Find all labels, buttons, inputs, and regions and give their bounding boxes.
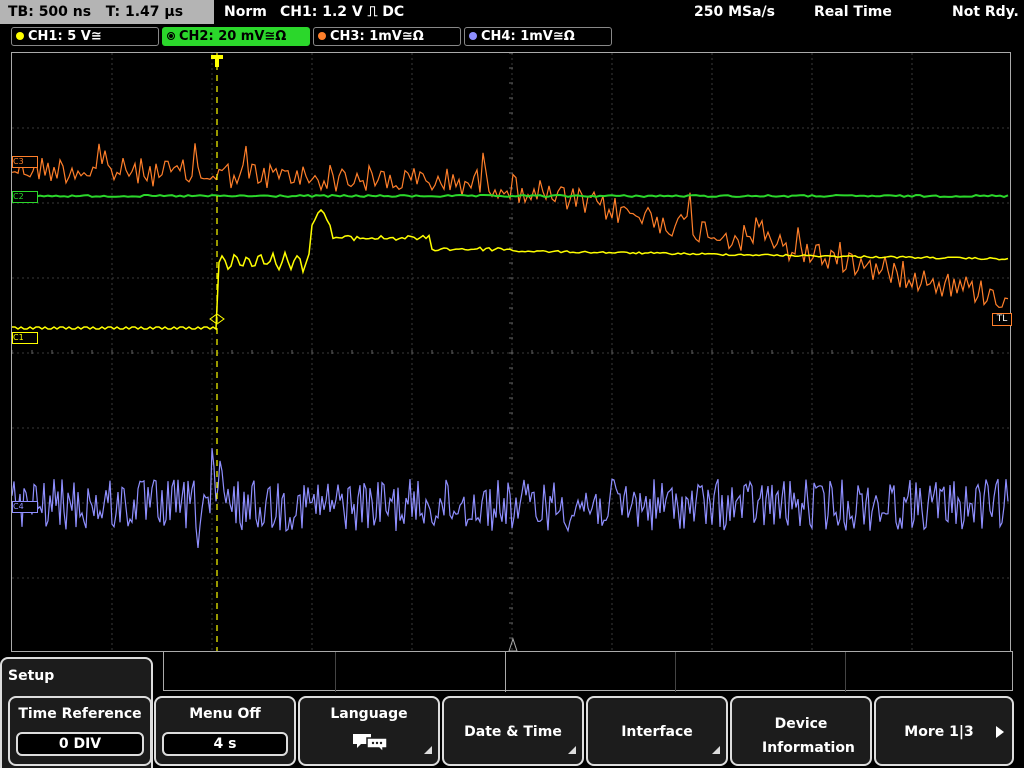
ch2-dot-icon: [167, 32, 175, 40]
interface-label: Interface: [621, 724, 693, 740]
ch3-dot-icon: [318, 32, 326, 40]
timebase-box[interactable]: TB: 500 ns T: 1.47 µs: [0, 0, 214, 24]
trigger-time: T: 1.47 µs: [105, 4, 184, 20]
menu-off-button[interactable]: Menu Off 4 s: [154, 696, 296, 766]
menu-off-label: Menu Off: [189, 706, 261, 722]
channel-tab-ch3-label: CH3: 1mV≅Ω: [330, 29, 424, 44]
timebase: TB: 500 ns: [8, 4, 92, 20]
language-label: Language: [330, 706, 408, 722]
ch1-dot-icon: [16, 32, 24, 40]
date-time-label: Date & Time: [464, 724, 562, 740]
ch1-offset-marker[interactable]: C1: [12, 332, 38, 344]
sample-rate: 250 MSa/s: [694, 4, 776, 20]
time-reference-button[interactable]: Time Reference 0 DIV: [8, 696, 152, 766]
more-label: More 1|3: [904, 724, 974, 740]
menu-title: Setup: [8, 668, 55, 684]
trigger-position-marker: [211, 55, 223, 67]
arrow-right-icon: [996, 726, 1004, 738]
channel-tab-ch3[interactable]: CH3: 1mV≅Ω: [313, 27, 461, 46]
waveform-canvas: [12, 53, 1010, 651]
acquisition-state: Not Rdy.: [952, 4, 1019, 20]
trigger-mode[interactable]: Norm: [224, 0, 267, 24]
ch3-offset-marker[interactable]: C3: [12, 156, 38, 168]
interface-button[interactable]: Interface: [586, 696, 728, 766]
graticule-center: [12, 53, 993, 639]
menu-off-value: 4 s: [162, 732, 288, 756]
trigger-level-marker[interactable]: TL: [992, 313, 1012, 326]
channel-tab-ch4[interactable]: CH4: 1mV≅Ω: [464, 27, 612, 46]
date-time-button[interactable]: Date & Time: [442, 696, 584, 766]
time-reference-marker: [508, 637, 518, 651]
submenu-indicator-icon: [568, 746, 576, 754]
channel-tab-ch4-label: CH4: 1mV≅Ω: [481, 29, 575, 44]
language-button[interactable]: Language: [298, 696, 440, 766]
ch4-dot-icon: [469, 32, 477, 40]
waveform-display[interactable]: C3 C2 C1 C4 TL: [11, 52, 1012, 652]
trigger-setting[interactable]: CH1: 1.2 V ⎍ DC: [280, 0, 404, 24]
submenu-indicator-icon: [424, 746, 432, 754]
device-information-label: Device Information: [762, 716, 855, 756]
overview-bar: [163, 651, 1013, 692]
ch3-trace: [12, 143, 1009, 309]
ch2-offset-marker[interactable]: C2: [12, 191, 38, 203]
time-reference-label: Time Reference: [18, 706, 142, 722]
more-button[interactable]: More 1|3: [874, 696, 1014, 766]
channel-tab-ch1-label: CH1: 5 V≅: [28, 29, 102, 44]
submenu-indicator-icon: [712, 746, 720, 754]
channel-tab-ch2[interactable]: CH2: 20 mV≅Ω: [162, 27, 310, 46]
channel-tab-ch2-label: CH2: 20 mV≅Ω: [179, 29, 287, 44]
acquisition-mode: Real Time: [814, 4, 892, 20]
device-information-button[interactable]: Device Information: [730, 696, 872, 766]
channel-tab-ch1[interactable]: CH1: 5 V≅: [11, 27, 159, 46]
speech-bubbles-icon: [353, 734, 388, 752]
ch4-offset-marker[interactable]: C4: [12, 501, 38, 513]
time-reference-value: 0 DIV: [16, 732, 144, 756]
